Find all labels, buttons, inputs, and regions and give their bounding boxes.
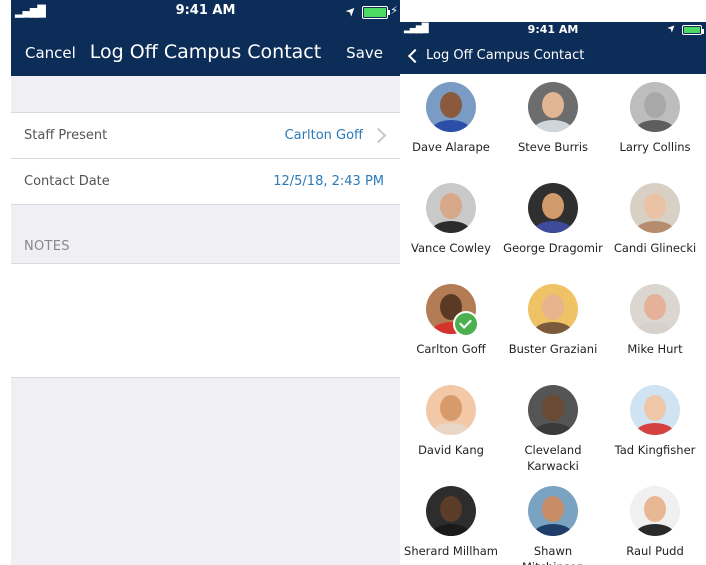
staff-name: Dave Alarape [412, 140, 490, 154]
contact-date-value: 12/5/18, 2:43 PM [273, 174, 384, 189]
staff-card[interactable]: Buster Graziani [502, 276, 604, 357]
staff-card[interactable]: Steve Burris [502, 74, 604, 155]
staff-name: Mike Hurt [627, 342, 683, 356]
left-header: ▂▄▆█ 9:41 AM ➤ ⚡ Cancel Log Off Campus C… [11, 0, 400, 76]
battery-icon-right [682, 25, 704, 35]
avatar [528, 385, 578, 435]
staff-present-value: Carlton Goff [284, 128, 363, 143]
staff-name: Carlton Goff [416, 342, 486, 356]
avatar [528, 82, 578, 132]
chevron-left-icon [407, 48, 423, 63]
selected-check-icon [453, 311, 479, 337]
staff-present-label: Staff Present [24, 128, 108, 143]
top-gap [400, 0, 706, 22]
avatar [426, 183, 476, 233]
staff-name: Candi Glinecki [613, 241, 697, 255]
contact-date-row[interactable]: Contact Date 12/5/18, 2:43 PM [11, 159, 400, 205]
staff-card[interactable]: Shawn Mitchinson [502, 478, 604, 565]
staff-name: Steve Burris [517, 140, 589, 154]
staff-card[interactable]: Sherard Millham [400, 478, 502, 559]
right-header: ▂▄▆█ 9:41 AM ➤ Log Off Campus Contact [400, 22, 706, 74]
avatar [630, 284, 680, 334]
battery-icon [362, 6, 390, 19]
avatar [528, 284, 578, 334]
staff-card[interactable]: Candi Glinecki [604, 175, 706, 256]
back-label: Log Off Campus Contact [426, 48, 585, 63]
avatar [426, 486, 476, 536]
avatar [426, 385, 476, 435]
staff-picker-screen: ▂▄▆█ 9:41 AM ➤ Log Off Campus Contact Da… [400, 0, 706, 565]
avatar [630, 183, 680, 233]
staff-card[interactable]: Raul Pudd [604, 478, 706, 559]
page-title: Log Off Campus Contact [89, 41, 322, 63]
avatar [528, 486, 578, 536]
staff-card[interactable]: Carlton Goff [400, 276, 502, 357]
bottom-spacer [11, 378, 400, 565]
staff-present-row[interactable]: Staff Present Carlton Goff [11, 113, 400, 159]
section-spacer [11, 76, 400, 113]
staff-name: David Kang [418, 443, 484, 457]
staff-name: George Dragomir [503, 241, 603, 255]
contact-date-label: Contact Date [24, 174, 110, 189]
charging-icon: ⚡ [390, 4, 398, 17]
staff-card[interactable]: Dave Alarape [400, 74, 502, 155]
staff-name: Larry Collins [619, 140, 691, 154]
log-contact-form-screen: ▂▄▆█ 9:41 AM ➤ ⚡ Cancel Log Off Campus C… [11, 0, 400, 565]
notes-textarea[interactable] [11, 264, 400, 378]
status-time-right: 9:41 AM [527, 23, 579, 36]
chevron-right-icon [370, 127, 387, 144]
staff-name: Buster Graziani [508, 342, 598, 356]
notes-header: NOTES [11, 205, 400, 264]
staff-card[interactable]: David Kang [400, 377, 502, 458]
avatar [630, 385, 680, 435]
back-button[interactable]: Log Off Campus Contact [406, 48, 584, 63]
avatar [528, 183, 578, 233]
status-time: 9:41 AM [175, 3, 236, 18]
staff-name: Tad Kingfisher [614, 443, 696, 457]
save-button[interactable]: Save [346, 44, 383, 62]
staff-name: Raul Pudd [626, 544, 684, 558]
staff-name: Shawn Mitchinson [522, 544, 584, 565]
staff-card[interactable]: Tad Kingfisher [604, 377, 706, 458]
staff-name: Vance Cowley [411, 241, 491, 255]
avatar [630, 82, 680, 132]
staff-name: Cleveland Karwacki [524, 443, 582, 473]
staff-card[interactable]: Larry Collins [604, 74, 706, 155]
avatar [426, 82, 476, 132]
staff-name: Sherard Millham [404, 544, 498, 558]
staff-card[interactable]: Mike Hurt [604, 276, 706, 357]
staff-card[interactable]: George Dragomir [502, 175, 604, 256]
status-bar-right: ▂▄▆█ 9:41 AM ➤ [400, 22, 706, 38]
avatar [630, 486, 680, 536]
notes-label: NOTES [24, 239, 70, 254]
staff-card[interactable]: Cleveland Karwacki [502, 377, 604, 474]
staff-card[interactable]: Vance Cowley [400, 175, 502, 256]
status-bar: ▂▄▆█ 9:41 AM ➤ ⚡ [11, 0, 400, 24]
